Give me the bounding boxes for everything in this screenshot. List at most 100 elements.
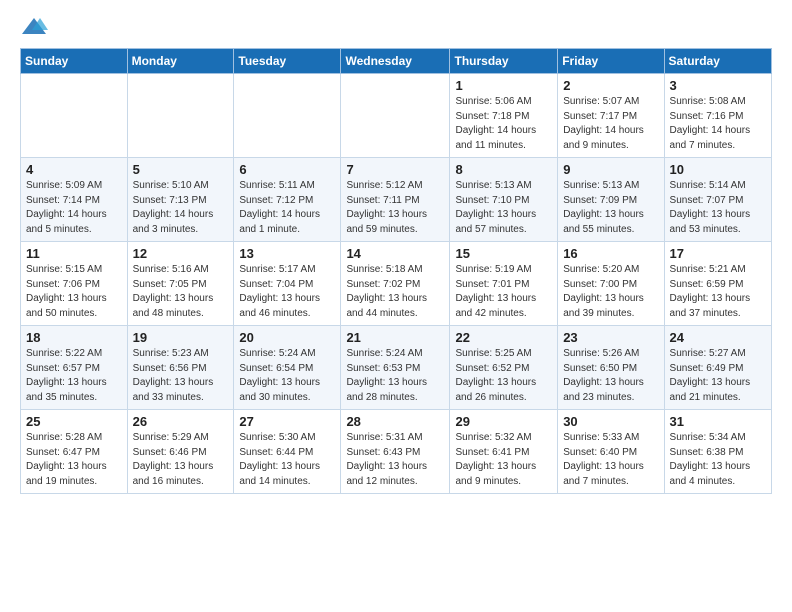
day-info: Sunrise: 5:23 AM Sunset: 6:56 PM Dayligh… bbox=[133, 347, 229, 405]
calendar-table: SundayMondayTuesdayWednesdayThursdayFrid… bbox=[20, 48, 772, 494]
calendar-week-1: 1 Sunrise: 5:06 AM Sunset: 7:18 PM Daylig… bbox=[21, 74, 772, 158]
day-info: Sunrise: 5:20 AM Sunset: 7:00 PM Dayligh… bbox=[563, 263, 658, 321]
col-header-monday: Monday bbox=[127, 49, 234, 74]
day-number: 25 bbox=[26, 414, 122, 429]
calendar-cell: 27Sunrise: 5:30 AM Sunset: 6:44 PM Dayli… bbox=[234, 410, 341, 494]
day-number: 6 bbox=[239, 162, 335, 177]
day-info: Sunrise: 5:06 AM Sunset: 7:18 PM Dayligh… bbox=[455, 95, 552, 153]
calendar-cell: 23 Sunrise: 5:26 AM Sunset: 6:50 PM Dayli… bbox=[558, 326, 664, 410]
calendar-cell: 2 Sunrise: 5:07 AM Sunset: 7:17 PM Daylig… bbox=[558, 74, 664, 158]
day-number: 7 bbox=[346, 162, 444, 177]
day-number: 4 bbox=[26, 162, 122, 177]
day-info: Sunrise: 5:18 AM Sunset: 7:02 PM Dayligh… bbox=[346, 263, 444, 321]
day-number: 10 bbox=[670, 162, 766, 177]
col-header-tuesday: Tuesday bbox=[234, 49, 341, 74]
day-info: Sunrise: 5:15 AM Sunset: 7:06 PM Dayligh… bbox=[26, 263, 122, 321]
col-header-saturday: Saturday bbox=[664, 49, 771, 74]
day-number: 28 bbox=[346, 414, 444, 429]
calendar-cell: 14 Sunrise: 5:18 AM Sunset: 7:02 PM Dayli… bbox=[341, 242, 450, 326]
day-info: Sunrise: 5:16 AM Sunset: 7:05 PM Dayligh… bbox=[133, 263, 229, 321]
day-info: Sunrise: 5:24 AM Sunset: 6:53 PM Dayligh… bbox=[346, 347, 444, 405]
day-info: Sunrise: 5:07 AM Sunset: 7:17 PM Dayligh… bbox=[563, 95, 658, 153]
day-number: 12 bbox=[133, 246, 229, 261]
calendar-week-3: 11 Sunrise: 5:15 AM Sunset: 7:06 PM Dayli… bbox=[21, 242, 772, 326]
day-number: 31 bbox=[670, 414, 766, 429]
day-info: Sunrise: 5:21 AM Sunset: 6:59 PM Dayligh… bbox=[670, 263, 766, 321]
day-number: 2 bbox=[563, 78, 658, 93]
calendar-cell: 29 Sunrise: 5:32 AM Sunset: 6:41 PM Dayli… bbox=[450, 410, 558, 494]
day-number: 19 bbox=[133, 330, 229, 345]
calendar-cell: 15Sunrise: 5:19 AM Sunset: 7:01 PM Dayli… bbox=[450, 242, 558, 326]
calendar-cell: 6 Sunrise: 5:11 AM Sunset: 7:12 PM Daylig… bbox=[234, 158, 341, 242]
calendar-cell: 9 Sunrise: 5:13 AM Sunset: 7:09 PM Daylig… bbox=[558, 158, 664, 242]
calendar-cell: 26 Sunrise: 5:29 AM Sunset: 6:46 PM Dayli… bbox=[127, 410, 234, 494]
day-info: Sunrise: 5:27 AM Sunset: 6:49 PM Dayligh… bbox=[670, 347, 766, 405]
day-info: Sunrise: 5:24 AM Sunset: 6:54 PM Dayligh… bbox=[239, 347, 335, 405]
calendar-cell: 20 Sunrise: 5:24 AM Sunset: 6:54 PM Dayli… bbox=[234, 326, 341, 410]
day-info: Sunrise: 5:13 AM Sunset: 7:10 PM Dayligh… bbox=[455, 179, 552, 237]
day-number: 20 bbox=[239, 330, 335, 345]
day-info: Sunrise: 5:29 AM Sunset: 6:46 PM Dayligh… bbox=[133, 431, 229, 489]
day-number: 13 bbox=[239, 246, 335, 261]
day-info: Sunrise: 5:10 AM Sunset: 7:13 PM Dayligh… bbox=[133, 179, 229, 237]
day-info: Sunrise: 5:11 AM Sunset: 7:12 PM Dayligh… bbox=[239, 179, 335, 237]
calendar-cell: 5 Sunrise: 5:10 AM Sunset: 7:13 PM Daylig… bbox=[127, 158, 234, 242]
calendar-cell: 8 Sunrise: 5:13 AM Sunset: 7:10 PM Daylig… bbox=[450, 158, 558, 242]
day-number: 8 bbox=[455, 162, 552, 177]
day-number: 29 bbox=[455, 414, 552, 429]
logo-icon bbox=[20, 16, 48, 38]
calendar-cell: 3 Sunrise: 5:08 AM Sunset: 7:16 PM Daylig… bbox=[664, 74, 771, 158]
day-info: Sunrise: 5:13 AM Sunset: 7:09 PM Dayligh… bbox=[563, 179, 658, 237]
day-info: Sunrise: 5:30 AM Sunset: 6:44 PM Dayligh… bbox=[239, 431, 335, 489]
day-info: Sunrise: 5:28 AM Sunset: 6:47 PM Dayligh… bbox=[26, 431, 122, 489]
calendar-cell: 4 Sunrise: 5:09 AM Sunset: 7:14 PM Daylig… bbox=[21, 158, 128, 242]
calendar-cell bbox=[21, 74, 128, 158]
calendar-cell: 10Sunrise: 5:14 AM Sunset: 7:07 PM Dayli… bbox=[664, 158, 771, 242]
calendar-cell: 30Sunrise: 5:33 AM Sunset: 6:40 PM Dayli… bbox=[558, 410, 664, 494]
calendar-cell: 1 Sunrise: 5:06 AM Sunset: 7:18 PM Daylig… bbox=[450, 74, 558, 158]
day-number: 3 bbox=[670, 78, 766, 93]
day-number: 1 bbox=[455, 78, 552, 93]
day-number: 30 bbox=[563, 414, 658, 429]
calendar-cell: 28 Sunrise: 5:31 AM Sunset: 6:43 PM Dayli… bbox=[341, 410, 450, 494]
day-info: Sunrise: 5:34 AM Sunset: 6:38 PM Dayligh… bbox=[670, 431, 766, 489]
logo bbox=[20, 16, 52, 38]
day-info: Sunrise: 5:31 AM Sunset: 6:43 PM Dayligh… bbox=[346, 431, 444, 489]
day-number: 26 bbox=[133, 414, 229, 429]
day-number: 24 bbox=[670, 330, 766, 345]
day-info: Sunrise: 5:17 AM Sunset: 7:04 PM Dayligh… bbox=[239, 263, 335, 321]
day-number: 15 bbox=[455, 246, 552, 261]
day-number: 5 bbox=[133, 162, 229, 177]
day-number: 14 bbox=[346, 246, 444, 261]
calendar-cell: 16 Sunrise: 5:20 AM Sunset: 7:00 PM Dayli… bbox=[558, 242, 664, 326]
calendar-week-2: 4 Sunrise: 5:09 AM Sunset: 7:14 PM Daylig… bbox=[21, 158, 772, 242]
day-info: Sunrise: 5:22 AM Sunset: 6:57 PM Dayligh… bbox=[26, 347, 122, 405]
col-header-friday: Friday bbox=[558, 49, 664, 74]
day-number: 23 bbox=[563, 330, 658, 345]
calendar-cell: 11 Sunrise: 5:15 AM Sunset: 7:06 PM Dayli… bbox=[21, 242, 128, 326]
col-header-thursday: Thursday bbox=[450, 49, 558, 74]
day-number: 11 bbox=[26, 246, 122, 261]
calendar-cell: 22Sunrise: 5:25 AM Sunset: 6:52 PM Dayli… bbox=[450, 326, 558, 410]
col-header-wednesday: Wednesday bbox=[341, 49, 450, 74]
day-number: 17 bbox=[670, 246, 766, 261]
page-header bbox=[20, 16, 772, 38]
day-info: Sunrise: 5:08 AM Sunset: 7:16 PM Dayligh… bbox=[670, 95, 766, 153]
calendar-cell: 24 Sunrise: 5:27 AM Sunset: 6:49 PM Dayli… bbox=[664, 326, 771, 410]
day-info: Sunrise: 5:32 AM Sunset: 6:41 PM Dayligh… bbox=[455, 431, 552, 489]
day-number: 22 bbox=[455, 330, 552, 345]
calendar-cell: 31 Sunrise: 5:34 AM Sunset: 6:38 PM Dayli… bbox=[664, 410, 771, 494]
calendar-cell bbox=[127, 74, 234, 158]
calendar-cell: 19 Sunrise: 5:23 AM Sunset: 6:56 PM Dayli… bbox=[127, 326, 234, 410]
day-info: Sunrise: 5:12 AM Sunset: 7:11 PM Dayligh… bbox=[346, 179, 444, 237]
day-number: 16 bbox=[563, 246, 658, 261]
calendar-week-5: 25 Sunrise: 5:28 AM Sunset: 6:47 PM Dayli… bbox=[21, 410, 772, 494]
day-info: Sunrise: 5:26 AM Sunset: 6:50 PM Dayligh… bbox=[563, 347, 658, 405]
day-number: 21 bbox=[346, 330, 444, 345]
calendar-cell: 12 Sunrise: 5:16 AM Sunset: 7:05 PM Dayli… bbox=[127, 242, 234, 326]
calendar-cell: 25 Sunrise: 5:28 AM Sunset: 6:47 PM Dayli… bbox=[21, 410, 128, 494]
calendar-cell: 7 Sunrise: 5:12 AM Sunset: 7:11 PM Daylig… bbox=[341, 158, 450, 242]
day-number: 9 bbox=[563, 162, 658, 177]
day-info: Sunrise: 5:09 AM Sunset: 7:14 PM Dayligh… bbox=[26, 179, 122, 237]
calendar-cell bbox=[234, 74, 341, 158]
